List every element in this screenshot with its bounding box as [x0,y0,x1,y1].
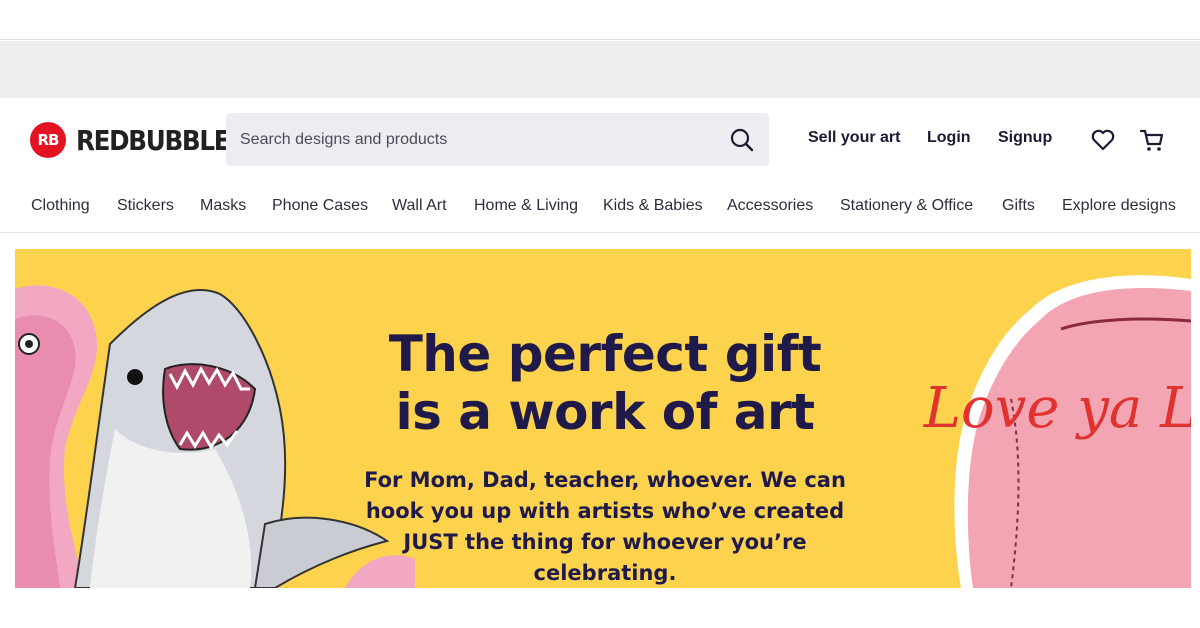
category-phone-cases[interactable]: Phone Cases [272,197,368,215]
heart-icon[interactable] [1089,126,1117,154]
pink-jacket-artwork: Love ya Lady [923,275,1191,588]
signup-link[interactable]: Signup [998,129,1052,147]
search-input[interactable] [240,113,710,166]
category-home-living[interactable]: Home & Living [474,197,578,215]
category-kids-babies[interactable]: Kids & Babies [603,197,703,215]
search-bar [226,113,769,166]
category-clothing[interactable]: Clothing [31,197,90,215]
brand-name: REDBUBBLE [76,123,231,157]
login-link[interactable]: Login [927,129,971,147]
hero-subtitle: For Mom, Dad, teacher, whoever. We can h… [364,468,846,585]
hero-banner[interactable]: Love ya Lady The perfect gift is a work … [15,249,1191,588]
cart-icon[interactable] [1138,126,1166,154]
category-stationery-office[interactable]: Stationery & Office [840,197,973,215]
sell-your-art-link[interactable]: Sell your art [808,129,900,147]
search-icon[interactable] [729,127,755,153]
category-accessories[interactable]: Accessories [727,197,813,215]
jacket-lettering: Love ya Lady [923,376,1191,441]
redbubble-logo[interactable]: RB REDBUBBLE [30,122,250,158]
category-stickers[interactable]: Stickers [117,197,174,215]
redbubble-logo-icon: RB [30,122,66,158]
hero-title: The perfect gift is a work of art [388,325,822,441]
category-explore-designs[interactable]: Explore designs [1062,197,1176,215]
category-wall-art[interactable]: Wall Art [392,197,447,215]
site-header: RB REDBUBBLE Sell your art Login Signup [0,98,1200,180]
shark-flamingo-artwork [15,285,415,588]
category-masks[interactable]: Masks [200,197,246,215]
category-gifts[interactable]: Gifts [1002,197,1035,215]
browser-top-strip [0,0,1200,40]
promo-bar [0,41,1200,98]
category-nav: Clothing Stickers Masks Phone Cases Wall… [0,180,1200,233]
